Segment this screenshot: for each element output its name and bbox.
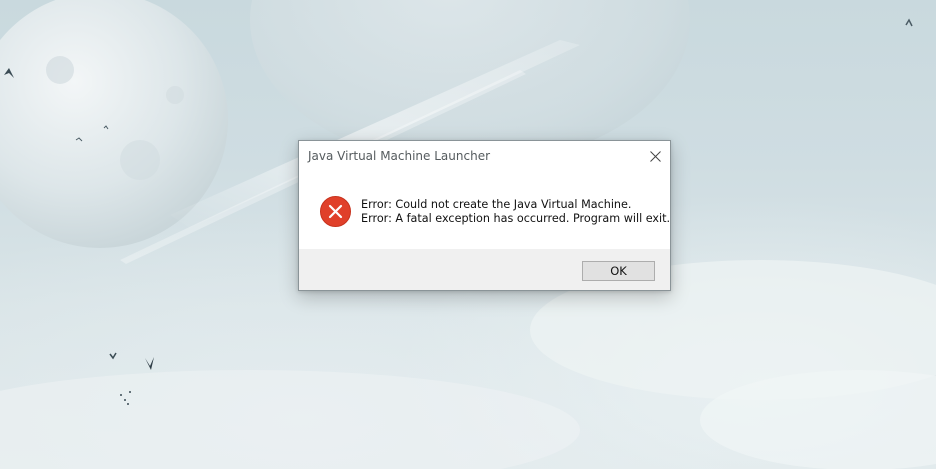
error-icon xyxy=(320,196,351,227)
dialog-content: Error: Could not create the Java Virtual… xyxy=(299,171,670,249)
close-icon xyxy=(649,150,661,162)
ok-button[interactable]: OK xyxy=(582,261,655,281)
java-launcher-dialog: Java Virtual Machine Launcher Error: Cou… xyxy=(298,140,671,291)
cloud-shape xyxy=(0,370,580,469)
moon-crater xyxy=(120,140,160,180)
error-message-line: Error: A fatal exception has occurred. P… xyxy=(361,212,671,225)
bird-dot xyxy=(120,394,122,396)
error-message: Error: Could not create the Java Virtual… xyxy=(361,198,670,226)
dialog-footer: OK xyxy=(299,249,670,290)
moon-crater xyxy=(166,86,184,104)
bird-dot xyxy=(124,399,126,401)
close-button[interactable] xyxy=(640,141,670,171)
bird-dot xyxy=(129,391,131,393)
bird-shape xyxy=(145,357,154,370)
moon-crater xyxy=(46,56,74,84)
bird-dot xyxy=(127,403,129,405)
dialog-titlebar[interactable]: Java Virtual Machine Launcher xyxy=(299,141,670,171)
bird-shape xyxy=(905,18,913,27)
dialog-title: Java Virtual Machine Launcher xyxy=(308,149,491,163)
bird-shape xyxy=(109,352,117,360)
error-message-line: Error: Could not create the Java Virtual… xyxy=(361,198,632,211)
